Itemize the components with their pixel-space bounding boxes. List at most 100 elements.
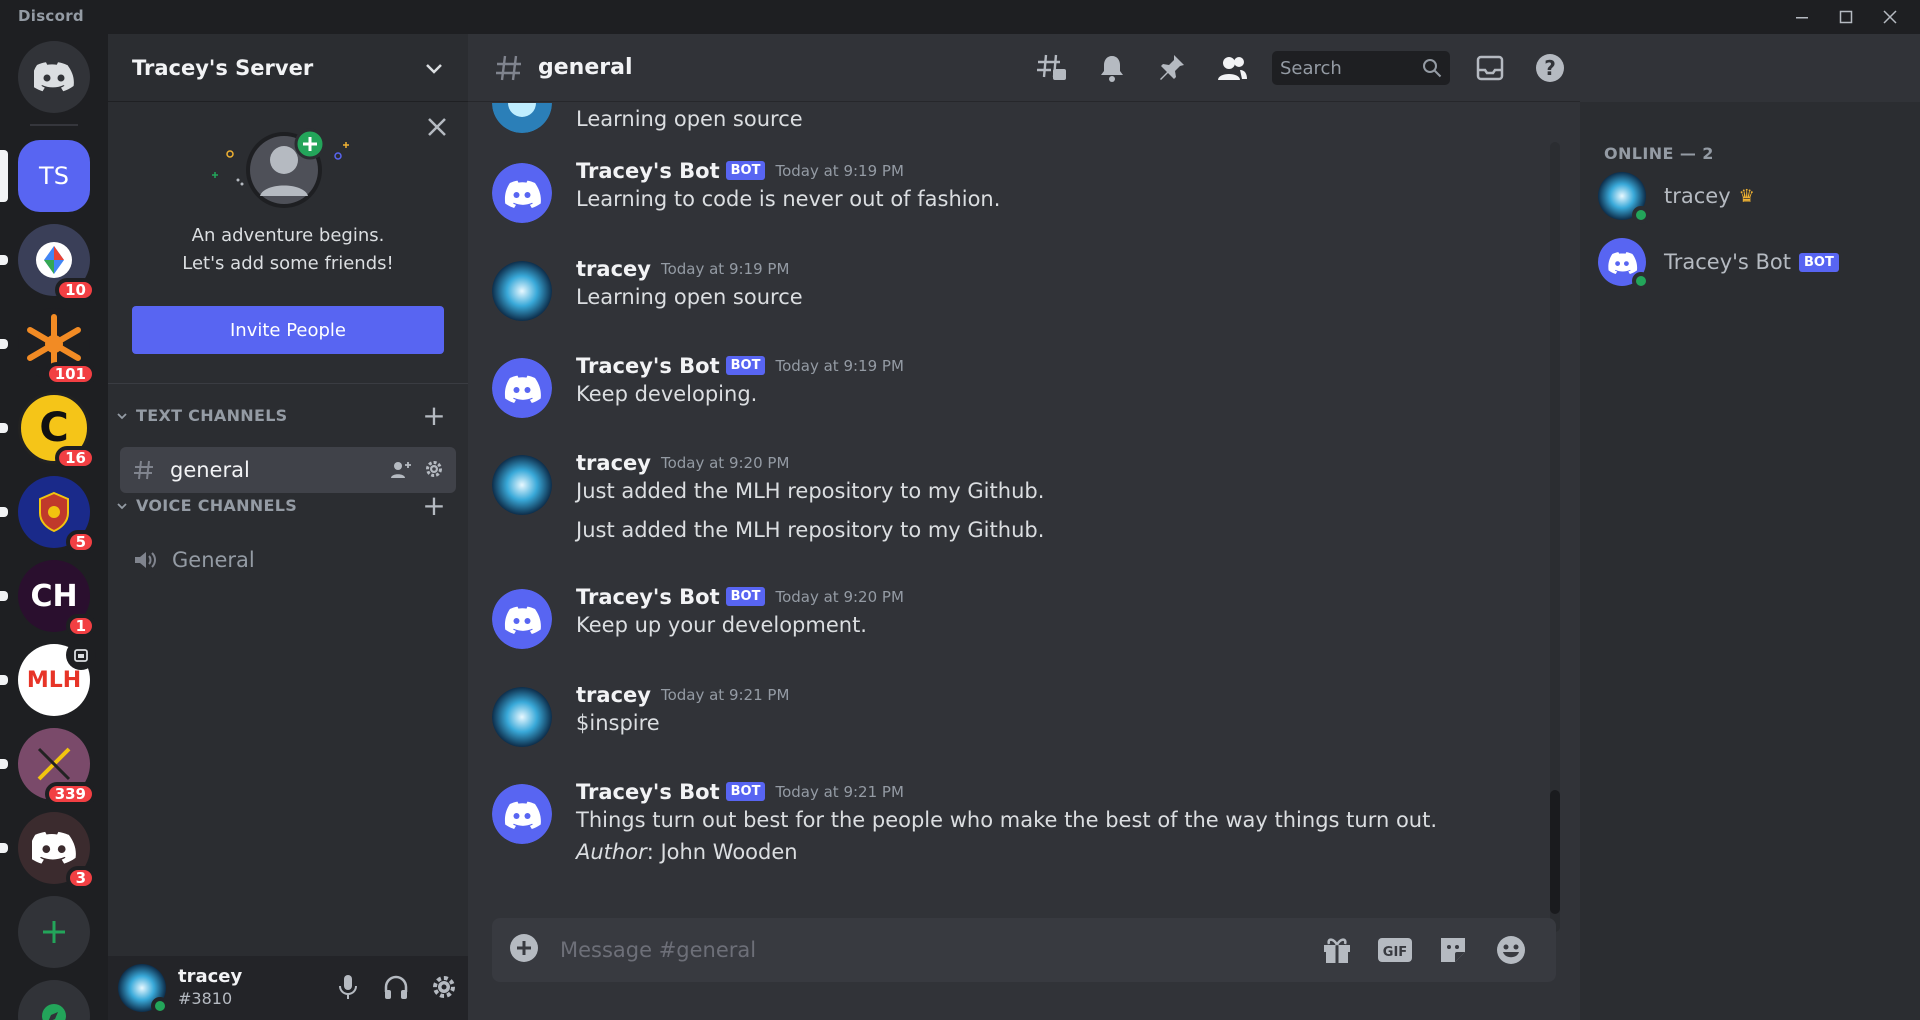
headphones-icon <box>384 975 408 999</box>
dismiss-card-button[interactable] <box>426 116 448 142</box>
emoji-button[interactable] <box>1482 918 1540 982</box>
message-author[interactable]: Tracey's Bot <box>576 780 720 804</box>
avatar[interactable] <box>492 261 552 321</box>
channel-general[interactable]: general <box>120 447 456 493</box>
status-online-icon <box>151 997 169 1015</box>
message-author[interactable]: tracey <box>576 257 651 281</box>
bot-tag: BOT <box>1799 252 1839 272</box>
threads-button[interactable] <box>1022 34 1082 102</box>
help-button[interactable]: ? <box>1520 34 1580 102</box>
invite-people-button[interactable]: Invite People <box>132 306 444 354</box>
discord-logo-icon <box>34 62 74 92</box>
message-author[interactable]: Tracey's Bot <box>576 585 720 609</box>
message-composer[interactable]: Message #general GIF <box>492 918 1556 982</box>
message-timestamp: Today at 9:20 PM <box>775 588 904 606</box>
mute-button[interactable] <box>334 972 362 1006</box>
scrollbar[interactable] <box>1550 142 1560 932</box>
guild-tracey-server[interactable]: TS <box>0 140 90 212</box>
gear-icon[interactable] <box>424 459 444 483</box>
create-invite-icon[interactable] <box>390 459 412 485</box>
close-icon <box>428 118 446 136</box>
avatar[interactable] <box>492 455 552 515</box>
category-text-channels[interactable]: TEXT CHANNELS + <box>116 401 460 429</box>
mention-badge: 101 <box>44 362 96 386</box>
guild-6[interactable]: CH 1 <box>0 560 96 638</box>
sticker-button[interactable] <box>1424 918 1482 982</box>
crest-icon <box>39 491 69 533</box>
chevron-down-icon <box>117 412 127 419</box>
guild-2[interactable]: 10 <box>0 224 96 302</box>
minimize-icon <box>1796 17 1808 19</box>
user-settings-button[interactable] <box>430 972 458 1006</box>
voice-channel-general[interactable]: General <box>120 537 456 583</box>
add-server-button[interactable] <box>18 896 90 968</box>
user-tag: #3810 <box>178 989 233 1008</box>
member-list-button[interactable] <box>1202 34 1262 102</box>
message-timestamp: Today at 9:21 PM <box>660 686 790 704</box>
microphone-icon <box>339 975 357 999</box>
server-header[interactable]: Tracey's Server <box>108 34 468 102</box>
plus-icon <box>43 921 65 943</box>
avatar[interactable] <box>118 964 169 1015</box>
message-text: Just added the MLH repository to my Gith… <box>576 518 1045 542</box>
scrollbar-thumb[interactable] <box>1550 790 1560 914</box>
explore-button[interactable] <box>18 980 90 1020</box>
message-timestamp: Today at 9:21 PM <box>775 783 904 801</box>
hashtag-icon <box>134 460 153 480</box>
chevron-down-icon <box>426 63 442 74</box>
chevron-down-icon <box>117 502 127 509</box>
channel-name: General <box>172 548 255 572</box>
maximize-icon <box>1839 10 1853 24</box>
message-author[interactable]: tracey <box>576 451 651 475</box>
message-input[interactable]: Message #general <box>560 938 1308 962</box>
event-icon <box>66 640 96 670</box>
message-author[interactable]: Tracey's Bot <box>576 159 720 183</box>
message-author[interactable]: tracey <box>576 683 651 707</box>
gif-button[interactable]: GIF <box>1366 918 1424 982</box>
category-voice-channels[interactable]: VOICE CHANNELS + <box>116 491 460 519</box>
close-window-button[interactable] <box>1868 0 1912 34</box>
gift-button[interactable] <box>1308 918 1366 982</box>
inbox-button[interactable] <box>1460 34 1520 102</box>
pinned-button[interactable] <box>1142 34 1202 102</box>
message-text: Keep up your development. <box>576 613 867 637</box>
notifications-button[interactable] <box>1082 34 1142 102</box>
guild-3[interactable]: 101 <box>0 308 96 386</box>
inbox-icon <box>1476 55 1504 81</box>
upload-button[interactable] <box>508 932 540 968</box>
avatar[interactable] <box>492 163 552 223</box>
mention-badge: 16 <box>55 446 96 470</box>
create-channel-button[interactable]: + <box>422 491 446 520</box>
avatar[interactable] <box>492 687 552 747</box>
message-text: $inspire <box>576 711 660 735</box>
home-button[interactable] <box>18 41 90 113</box>
invite-subline: Let's add some friends! <box>182 253 394 274</box>
guild-5[interactable]: 5 <box>0 476 96 554</box>
member-item[interactable]: tracey ♛ <box>1598 168 1755 224</box>
category-label: TEXT CHANNELS <box>136 406 288 425</box>
avatar[interactable] <box>492 358 552 418</box>
maximize-button[interactable] <box>1824 0 1868 34</box>
avatar[interactable] <box>492 103 552 133</box>
server-name: Tracey's Server <box>132 55 314 80</box>
search-box[interactable]: Search <box>1272 51 1450 85</box>
guild-9[interactable]: 3 <box>0 812 96 890</box>
gift-icon <box>1324 938 1350 963</box>
guild-4[interactable]: C 16 <box>0 392 96 470</box>
create-channel-button[interactable]: + <box>422 401 446 430</box>
minimize-button[interactable] <box>1780 0 1824 34</box>
bot-tag: BOT <box>725 782 766 801</box>
mention-badge: 3 <box>65 866 96 890</box>
member-item[interactable]: Tracey's Bot BOT <box>1598 234 1839 290</box>
members-icon <box>1218 57 1247 80</box>
avatar[interactable] <box>492 784 552 844</box>
guild-8[interactable]: 339 <box>0 728 96 806</box>
guild-mlh[interactable]: MLH <box>0 640 96 716</box>
avatar[interactable] <box>492 589 552 649</box>
bot-tag: BOT <box>725 161 766 180</box>
deafen-button[interactable] <box>382 972 410 1006</box>
search-input[interactable]: Search <box>1280 58 1342 79</box>
threads-icon <box>1037 54 1066 80</box>
message-author[interactable]: Tracey's Bot <box>576 354 720 378</box>
message: Learning open source <box>492 103 1532 133</box>
